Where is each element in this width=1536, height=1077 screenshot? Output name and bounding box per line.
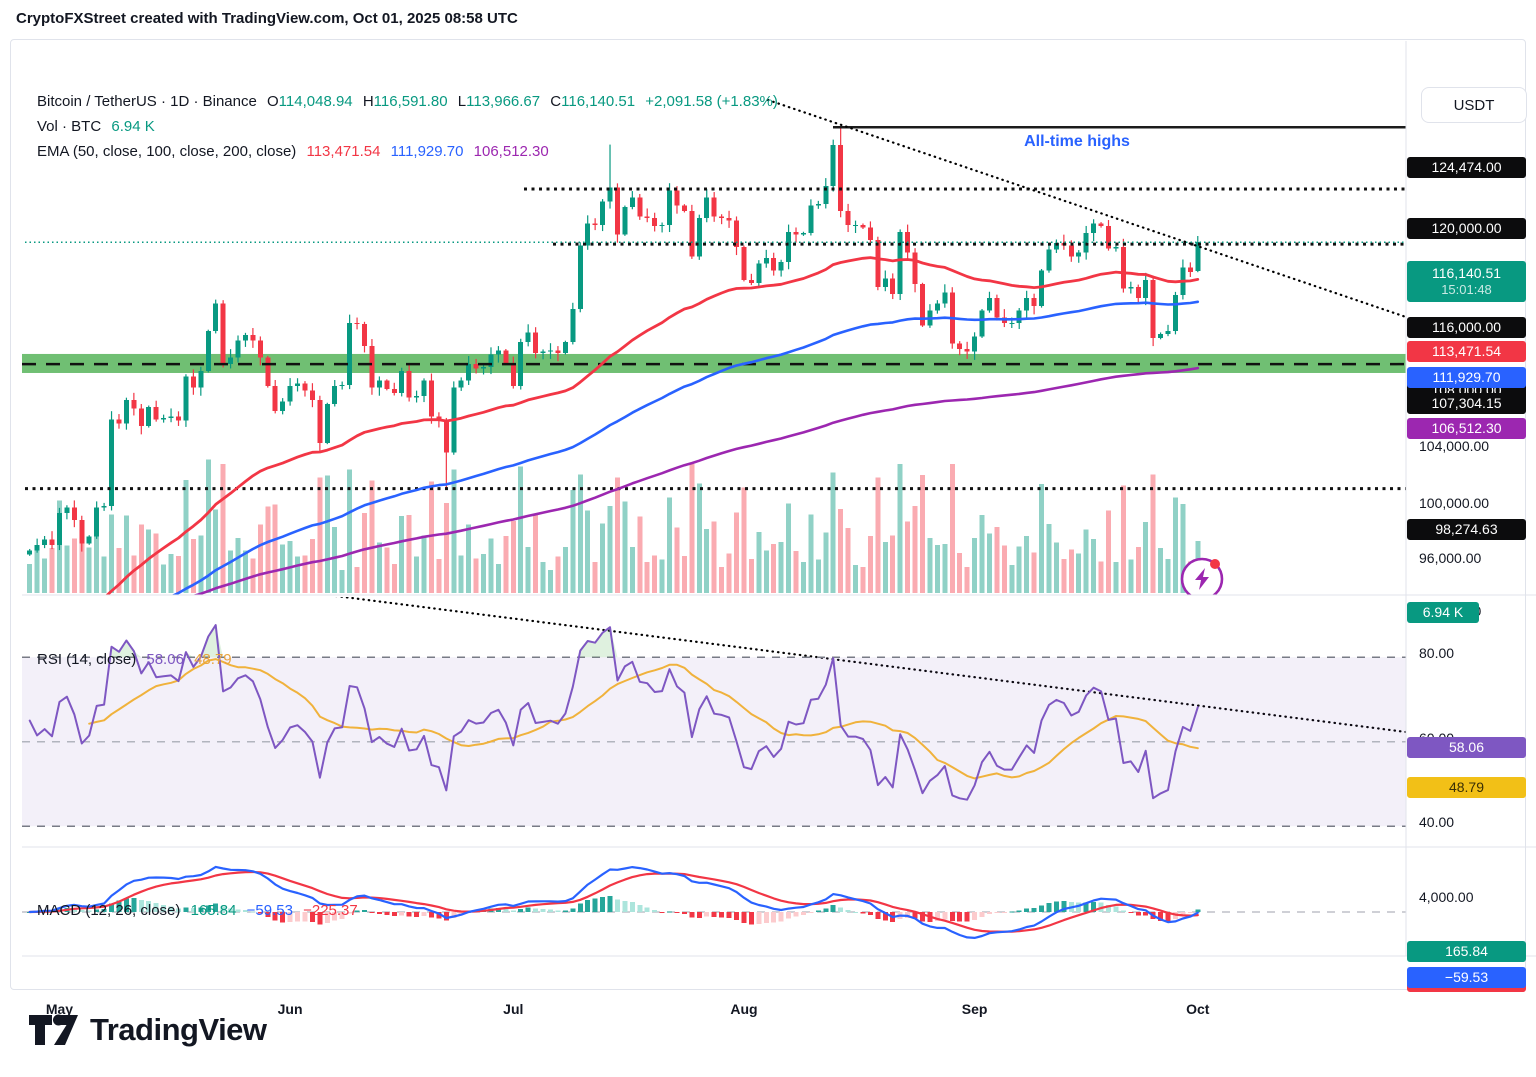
rsi-axis-label-0: 80.00 xyxy=(1419,645,1454,661)
rsi-ma-value: 48.79 xyxy=(194,651,232,668)
ema100-value: 111,929.70 xyxy=(391,143,464,160)
all-time-highs-annotation: All-time highs xyxy=(1024,133,1130,151)
volume-legend: Vol · BTC 6.94 K xyxy=(37,118,161,135)
price-axis-label-0: 124,474.00 xyxy=(1407,157,1526,178)
change-value: +2,091.58 (+1.83%) xyxy=(645,93,778,110)
rsi-axis-label-3: 48.79 xyxy=(1407,777,1526,798)
countdown-timer: 15:01:48 xyxy=(1441,282,1492,298)
currency-toggle-button[interactable]: USDT xyxy=(1421,87,1527,123)
price-axis-label-14: 6.94 K xyxy=(1407,602,1479,623)
tradingview-logo-text: TradingView xyxy=(90,1012,267,1048)
high-value: 116,591.80 xyxy=(374,93,448,110)
price-axis-label-4: 113,471.54 xyxy=(1407,341,1526,362)
symbol-legend: Bitcoin / TetherUS · 1D · Binance O114,0… xyxy=(37,93,784,110)
price-axis-label-2: 116,140.5115:01:48 xyxy=(1407,261,1526,302)
ema-label: EMA (50, close, 100, close, 200, close) xyxy=(37,143,296,160)
volume-label: Vol · BTC xyxy=(37,118,101,135)
ema50-value: 113,471.54 xyxy=(306,143,380,160)
volume-value: 6.94 K xyxy=(111,118,154,135)
macd-axis-label-0: 4,000.00 xyxy=(1419,889,1474,905)
open-label: O xyxy=(267,93,279,110)
price-axis-label-8: 106,512.30 xyxy=(1407,418,1526,439)
price-axis-label-10: 100,000.00 xyxy=(1419,495,1489,511)
rsi-value: 58.06 xyxy=(146,651,184,668)
time-axis-month-jun: Jun xyxy=(268,1001,312,1017)
low-value: 113,966.67 xyxy=(466,93,540,110)
low-label: L xyxy=(458,93,466,110)
ema200-value: 106,512.30 xyxy=(474,143,549,160)
rsi-legend: RSI (14, close) 58.06 48.79 xyxy=(37,651,238,668)
lightning-icon[interactable] xyxy=(1182,559,1222,599)
macd-axis-label-1: 165.84 xyxy=(1407,941,1526,962)
price-axis-label-7: 107,304.15 xyxy=(1407,393,1526,414)
rsi-label: RSI (14, close) xyxy=(37,651,136,668)
ema-legend: EMA (50, close, 100, close, 200, close) … xyxy=(37,143,555,160)
macd-hist-value: 165.84 xyxy=(191,902,237,919)
tradingview-logo-icon xyxy=(28,1008,80,1052)
high-label: H xyxy=(363,93,374,110)
symbol-title: Bitcoin / TetherUS · 1D · Binance xyxy=(37,93,257,110)
close-label: C xyxy=(550,93,561,110)
time-axis-month-aug: Aug xyxy=(722,1001,766,1017)
time-axis-month-oct: Oct xyxy=(1176,1001,1220,1017)
macd-legend: MACD (12, 26, close) 165.84 −59.53 −225.… xyxy=(37,902,364,919)
price-axis-label-5: 111,929.70 xyxy=(1407,367,1526,388)
headline-attribution: CryptoFXStreet created with TradingView.… xyxy=(16,10,518,27)
close-value: 116,140.51 xyxy=(561,93,635,110)
page: CryptoFXStreet created with TradingView.… xyxy=(0,0,1536,1077)
price-axis-label-11: 98,274.63 xyxy=(1407,519,1526,540)
rsi-axis-label-4: 40.00 xyxy=(1419,814,1454,830)
macd-signal-value: −225.37 xyxy=(303,902,358,919)
price-axis-label-9: 104,000.00 xyxy=(1419,438,1489,454)
tradingview-logo[interactable]: TradingView xyxy=(28,1008,267,1052)
chart-canvas[interactable] xyxy=(11,40,1536,991)
open-value: 114,048.94 xyxy=(279,93,353,110)
chart-card: Bitcoin / TetherUS · 1D · Binance O114,0… xyxy=(10,39,1526,990)
price-axis-label-3: 116,000.00 xyxy=(1407,317,1526,338)
rsi-axis-label-2: 58.06 xyxy=(1407,737,1526,758)
time-axis-month-jul: Jul xyxy=(491,1001,535,1017)
price-axis-label-1: 120,000.00 xyxy=(1407,218,1526,239)
time-axis-month-sep: Sep xyxy=(953,1001,997,1017)
macd-axis-label-2: −59.53 xyxy=(1407,967,1526,988)
macd-line-value: −59.53 xyxy=(247,902,293,919)
price-axis-label-12: 96,000.00 xyxy=(1419,550,1481,566)
macd-label: MACD (12, 26, close) xyxy=(37,902,180,919)
